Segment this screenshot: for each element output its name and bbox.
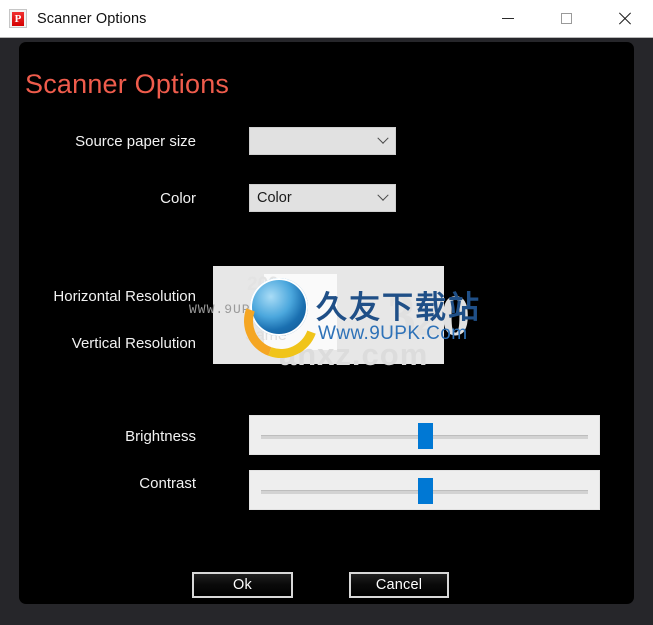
chevron-down-icon bbox=[371, 132, 395, 145]
color-label: Color bbox=[160, 190, 196, 207]
close-button[interactable] bbox=[601, 0, 647, 36]
brightness-slider-thumb[interactable] bbox=[418, 423, 433, 449]
contrast-slider-thumb[interactable] bbox=[418, 478, 433, 504]
window-title: Scanner Options bbox=[37, 10, 147, 27]
app-icon-letter: P bbox=[12, 11, 24, 26]
brightness-label: Brightness bbox=[125, 428, 196, 445]
watermark-site-url: Www.9UPK.Com bbox=[318, 323, 468, 344]
watermark-logo-icon bbox=[231, 271, 331, 371]
contrast-label: Contrast bbox=[139, 475, 196, 492]
minimize-icon bbox=[502, 17, 514, 19]
vertical-resolution-label: Vertical Resolution bbox=[71, 335, 196, 352]
page-title: Scanner Options bbox=[25, 69, 230, 99]
source-paper-size-label: Source paper size bbox=[75, 133, 196, 150]
app-p-icon: P bbox=[9, 9, 27, 28]
minimize-button[interactable] bbox=[485, 0, 531, 36]
maximize-button[interactable] bbox=[543, 0, 589, 36]
scanner-options-window: P Scanner Options Scanner Options Source… bbox=[0, 0, 653, 625]
dialog-client-area: Scanner Options Source paper size Color … bbox=[19, 42, 634, 604]
brightness-slider[interactable] bbox=[249, 415, 600, 455]
titlebar: P Scanner Options bbox=[0, 0, 653, 38]
color-select[interactable]: Color bbox=[249, 184, 396, 212]
maximize-icon bbox=[560, 12, 572, 24]
horizontal-resolution-label: Horizontal Resolution bbox=[53, 288, 196, 305]
color-value: Color bbox=[257, 190, 292, 206]
cancel-button[interactable]: Cancel bbox=[349, 572, 449, 598]
ok-button[interactable]: Ok bbox=[192, 572, 293, 598]
watermark-site-name: 久友下载站 bbox=[316, 290, 481, 325]
source-paper-size-select[interactable] bbox=[249, 127, 396, 155]
contrast-slider[interactable] bbox=[249, 470, 600, 510]
chevron-down-icon bbox=[371, 189, 395, 202]
close-icon bbox=[617, 11, 632, 26]
